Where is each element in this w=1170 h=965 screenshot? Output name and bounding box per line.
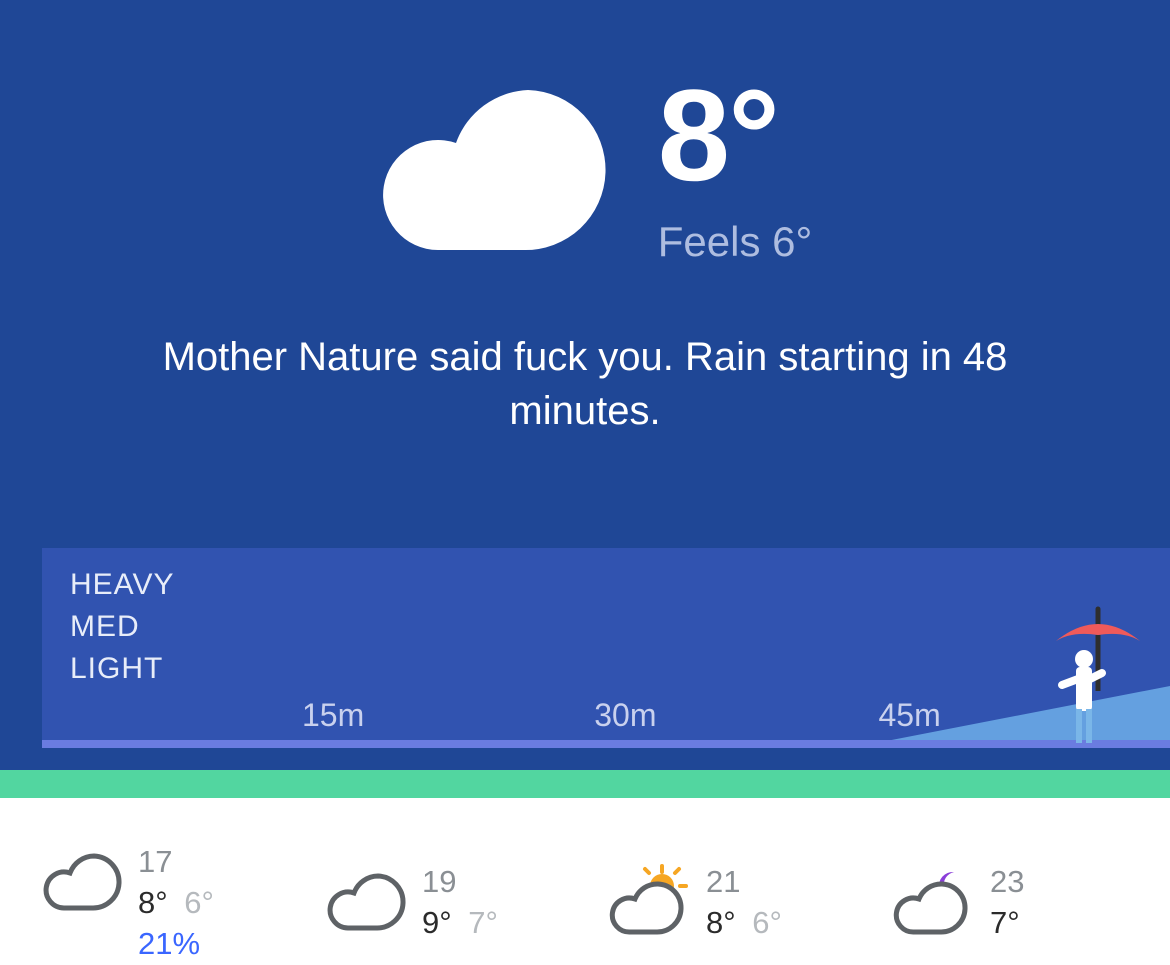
hour-temp: 9°	[422, 905, 452, 940]
feels-like-temperature: Feels 6°	[658, 218, 813, 266]
current-temperature: 8°	[658, 70, 813, 200]
person-umbrella-icon	[1044, 601, 1154, 756]
weather-message: Mother Nature said fuck you. Rain starti…	[125, 330, 1045, 438]
cloud-icon	[358, 60, 618, 280]
cloud-icon	[36, 842, 124, 922]
hour-time: 23	[990, 862, 1024, 903]
precip-time-30: 30m	[594, 697, 656, 734]
hour-temp: 8°	[706, 905, 736, 940]
hour-precip-chance: 21%	[138, 924, 214, 965]
hourly-item[interactable]: 19 9° 7°	[320, 862, 580, 944]
hourly-forecast-strip[interactable]: 17 8° 6° 21% 19 9° 7°	[0, 798, 1170, 965]
hour-feels: 6°	[184, 885, 214, 920]
hourly-item[interactable]: 17 8° 6° 21%	[36, 842, 296, 965]
hour-time: 19	[422, 862, 498, 903]
hour-temp: 8°	[138, 885, 168, 920]
precip-time-15: 15m	[302, 697, 364, 734]
hour-feels: 6°	[752, 905, 782, 940]
current-weather-panel: 8° Feels 6° Mother Nature said fuck you.…	[0, 0, 1170, 770]
hour-temp: 7°	[990, 905, 1020, 940]
precip-baseline	[42, 740, 1170, 748]
precipitation-chart: HEAVY MED LIGHT 15m 30m 45m	[42, 548, 1170, 748]
hour-feels: 7°	[468, 905, 498, 940]
hourly-item[interactable]: 23 7°	[888, 862, 1148, 944]
hourly-item[interactable]: 21 8° 6°	[604, 862, 864, 944]
partly-cloudy-night-icon	[888, 862, 976, 942]
precip-label-heavy: HEAVY	[70, 568, 1170, 602]
partly-sunny-icon	[604, 862, 692, 942]
hour-time: 21	[706, 862, 782, 903]
ground-strip	[0, 770, 1170, 798]
precip-label-med: MED	[70, 610, 1170, 644]
hour-time: 17	[138, 842, 214, 883]
cloud-icon	[320, 862, 408, 942]
